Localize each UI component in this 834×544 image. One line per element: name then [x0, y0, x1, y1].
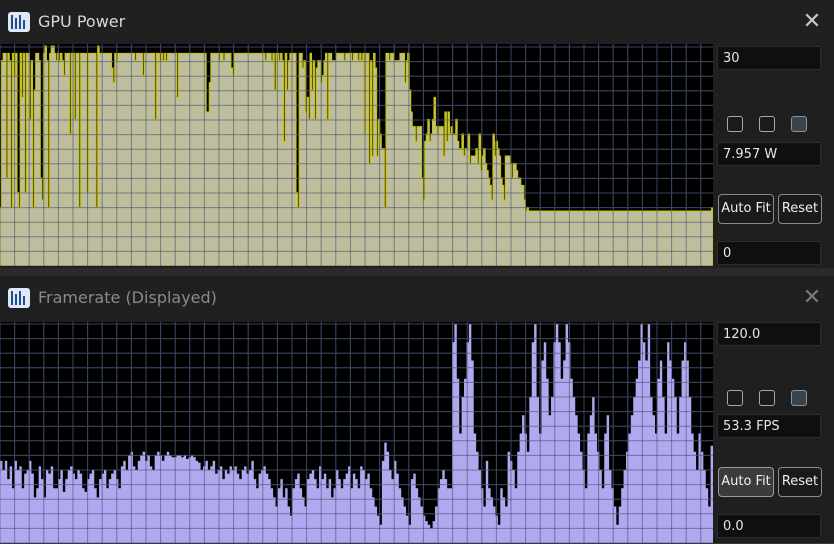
max-value-field[interactable]: 120.0	[717, 322, 821, 346]
gpu-power-titlebar[interactable]: GPU Power ✕	[0, 0, 834, 44]
checkbox-3[interactable]	[791, 116, 807, 132]
close-icon[interactable]: ✕	[800, 286, 824, 310]
window-title: GPU Power	[38, 12, 126, 31]
window-gap	[0, 268, 834, 276]
framerate-graph	[0, 322, 713, 543]
gpu-power-graph	[0, 44, 713, 266]
current-value-field[interactable]: 53.3 FPS	[717, 414, 821, 438]
min-value-field[interactable]: 0	[717, 241, 821, 265]
min-value-field[interactable]: 0.0	[717, 514, 821, 538]
checkbox-3[interactable]	[791, 390, 807, 406]
app-icon	[8, 12, 30, 32]
auto-fit-button[interactable]: Auto Fit	[718, 194, 774, 224]
checkbox-1[interactable]	[727, 116, 743, 132]
current-value-field[interactable]: 7.957 W	[717, 142, 821, 166]
framerate-controls: 120.0 53.3 FPS Auto Fit Reset 0.0	[713, 322, 834, 543]
app-icon	[8, 288, 30, 308]
max-value-field[interactable]: 30	[717, 46, 821, 70]
close-icon[interactable]: ✕	[800, 10, 824, 34]
framerate-titlebar[interactable]: Framerate (Displayed) ✕	[0, 276, 834, 320]
reset-button[interactable]: Reset	[778, 467, 822, 497]
checkbox-1[interactable]	[727, 390, 743, 406]
checkbox-2[interactable]	[759, 116, 775, 132]
framerate-window: Framerate (Displayed) ✕ 120.0 53.3 FPS A…	[0, 276, 834, 544]
window-title: Framerate (Displayed)	[38, 288, 217, 307]
reset-button[interactable]: Reset	[778, 194, 822, 224]
gpu-power-window: GPU Power ✕ 30 7.957 W Auto Fit Reset 0	[0, 0, 834, 269]
checkbox-2[interactable]	[759, 390, 775, 406]
auto-fit-button[interactable]: Auto Fit	[718, 467, 774, 497]
gpu-power-controls: 30 7.957 W Auto Fit Reset 0	[713, 44, 834, 268]
